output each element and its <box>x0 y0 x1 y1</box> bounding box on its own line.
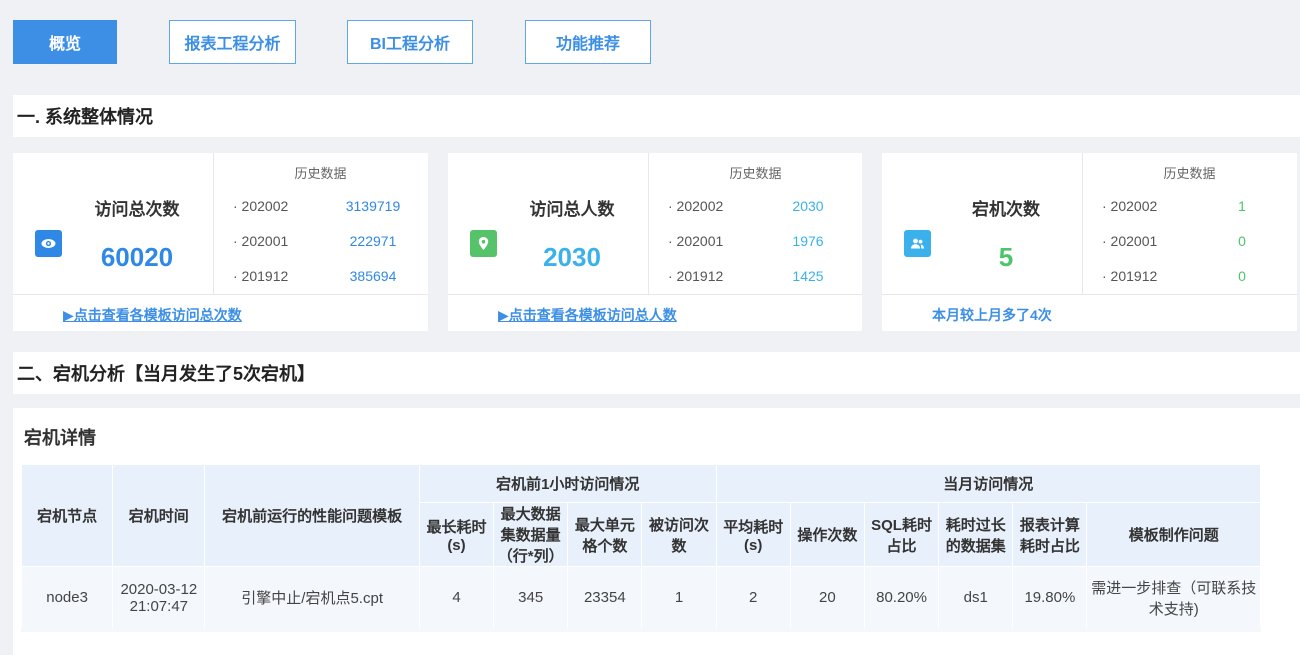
history-title: 历史数据 <box>729 166 782 181</box>
cell-problem: 需进一步排查（可联系技术支持) <box>1086 566 1261 629</box>
history-period: · 202002 <box>233 198 289 214</box>
col-header-slow-dataset: 耗时过长的数据集 <box>938 502 1014 567</box>
card-total-visitors: 访问总人数 2030 历史数据 · 202002 2030 · 202001 1… <box>448 153 862 331</box>
view-template-visitors-link[interactable]: ▶点击查看各模板访问总人数 <box>498 305 677 325</box>
history-value: 385694 <box>349 268 397 284</box>
detail-title: 宕机详情 <box>24 428 96 448</box>
history-value: 3139719 <box>345 198 401 214</box>
metric-label: 宕机次数 <box>972 200 1040 219</box>
section-downtime-analysis-title: 二、宕机分析【当月发生了5次宕机】 <box>13 352 1300 394</box>
history-value: 0 <box>1238 233 1246 249</box>
location-pin-icon <box>470 230 497 257</box>
col-header-calc-ratio: 报表计算耗时占比 <box>1012 502 1088 567</box>
history-period: · 202002 <box>668 198 724 214</box>
col-header-sql-ratio: SQL耗时占比 <box>863 502 940 567</box>
col-header-max-dataset: 最大数据集数据量（行*列） <box>493 502 569 567</box>
history-period: · 202002 <box>1102 198 1158 214</box>
cell-time: 2020-03-12 21:07:47 <box>112 566 206 629</box>
metric-label: 访问总人数 <box>529 200 615 219</box>
cell-max-duration: 4 <box>418 566 495 629</box>
cell-slow-dataset: ds1 <box>938 566 1014 629</box>
history-title: 历史数据 <box>1163 166 1216 181</box>
col-header-visits: 被访问次数 <box>641 502 717 567</box>
table-row: node3 2020-03-12 21:07:47 引擎中止/宕机点5.cpt … <box>20 566 1261 629</box>
metric-value: 5 <box>998 242 1014 272</box>
history-period: · 202001 <box>233 233 289 249</box>
col-header-node: 宕机节点 <box>20 464 114 567</box>
col-header-template: 宕机前运行的性能问题模板 <box>204 464 420 567</box>
view-template-visits-link[interactable]: ▶点击查看各模板访问总次数 <box>63 305 242 325</box>
tab-report-project-analysis[interactable]: 报表工程分析 <box>169 20 296 64</box>
history-value: 1 <box>1238 198 1246 214</box>
history-value: 1425 <box>792 268 824 284</box>
tab-bi-project-analysis[interactable]: BI工程分析 <box>347 20 473 64</box>
col-header-problem: 模板制作问题 <box>1086 502 1261 567</box>
tab-feature-recommendation[interactable]: 功能推荐 <box>525 20 651 64</box>
col-header-avg-duration: 平均耗时(s) <box>715 502 791 567</box>
eye-icon <box>35 230 62 257</box>
section-system-overview-title: 一. 系统整体情况 <box>13 95 1300 137</box>
col-header-max-cells: 最大单元格个数 <box>567 502 643 567</box>
metric-value: 60020 <box>100 242 174 272</box>
metric-label: 访问总次数 <box>94 200 180 219</box>
history-value: 222971 <box>349 233 397 249</box>
history-title: 历史数据 <box>294 166 347 181</box>
card-downtime-count: 宕机次数 5 历史数据 · 202002 1 · 202001 0 · 2019… <box>882 153 1297 331</box>
downtime-detail-panel: 宕机详情 宕机节点 宕机时间 宕机前运行的性能问题模板 宕机前1小时访问情况 当… <box>13 408 1300 655</box>
history-period: · 201912 <box>233 268 289 284</box>
users-icon <box>904 230 931 257</box>
history-value: 0 <box>1238 268 1246 284</box>
cell-ops: 20 <box>789 566 865 629</box>
cell-visits: 1 <box>641 566 717 629</box>
history-value: 2030 <box>792 198 824 214</box>
cell-template: 引擎中止/宕机点5.cpt <box>204 566 420 629</box>
tab-overview[interactable]: 概览 <box>13 20 117 64</box>
col-header-ops: 操作次数 <box>789 502 865 567</box>
card-total-visits: 访问总次数 60020 历史数据 · 202002 3139719 · 2020… <box>13 153 428 331</box>
cell-avg-duration: 2 <box>715 566 791 629</box>
history-period: · 201912 <box>668 268 724 284</box>
cell-max-dataset: 345 <box>493 566 569 629</box>
cell-max-cells: 23354 <box>567 566 643 629</box>
col-header-time: 宕机时间 <box>112 464 206 567</box>
col-header-max-duration: 最长耗时(s) <box>418 502 495 567</box>
history-period: · 201912 <box>1102 268 1158 284</box>
downtime-detail-table: 宕机节点 宕机时间 宕机前运行的性能问题模板 宕机前1小时访问情况 当月访问情况… <box>20 464 1262 629</box>
history-value: 1976 <box>792 233 824 249</box>
cell-node: node3 <box>20 566 114 629</box>
cell-calc-ratio: 19.80% <box>1012 566 1088 629</box>
downtime-comparison-note: 本月较上月多了4次 <box>932 307 1052 323</box>
cell-sql-ratio: 80.20% <box>863 566 940 629</box>
group-header-before-downtime: 宕机前1小时访问情况 <box>418 464 717 503</box>
group-header-month-visits: 当月访问情况 <box>715 464 1262 503</box>
history-period: · 202001 <box>668 233 724 249</box>
history-period: · 202001 <box>1102 233 1158 249</box>
metric-value: 2030 <box>543 242 601 272</box>
